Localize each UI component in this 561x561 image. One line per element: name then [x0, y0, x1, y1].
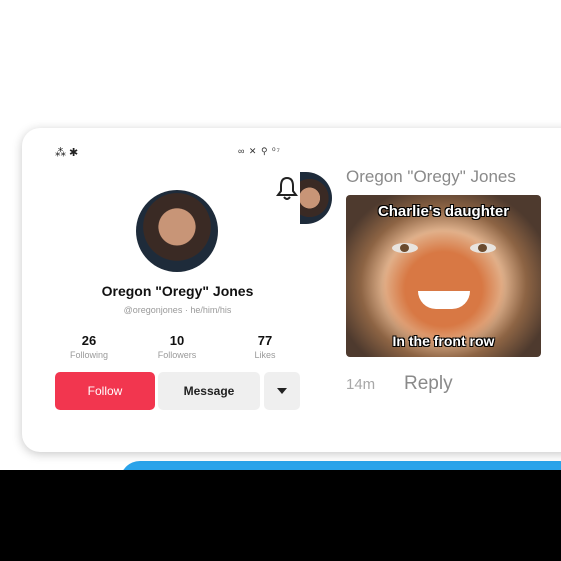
meme-bottom-caption: In the front row	[392, 333, 495, 349]
comment-author[interactable]: Oregon "Oregy" Jones	[346, 167, 516, 187]
meme-eye-right	[470, 243, 496, 253]
more-options-button[interactable]	[264, 372, 300, 410]
caret-down-icon	[277, 388, 287, 394]
profile-avatar[interactable]	[136, 190, 218, 272]
stat-following-value: 26	[81, 333, 97, 348]
stat-followers-label: Followers	[157, 350, 197, 360]
profile-name: Oregon "Oregy" Jones	[101, 283, 254, 299]
meme-eye-left	[392, 243, 418, 253]
stat-following[interactable]: 26 Following	[54, 333, 124, 360]
meme-top-caption: Charlie's daughter	[377, 203, 510, 220]
comment-timestamp: 14m	[346, 376, 376, 393]
stat-following-label: Following	[69, 350, 109, 360]
meme-image[interactable]: Charlie's daughter In the front row	[346, 195, 541, 357]
meme-smile	[418, 291, 470, 309]
message-button[interactable]: Message	[158, 372, 260, 410]
status-bar-left: ⁂ ✱	[55, 147, 79, 159]
bottom-black-band	[0, 470, 561, 561]
stat-likes-value: 77	[257, 333, 273, 348]
bell-icon[interactable]	[276, 176, 298, 202]
stat-followers[interactable]: 10 Followers	[142, 333, 212, 360]
status-bar-right: ∞ ✕ ⚲ ⁰⁷	[238, 146, 281, 156]
stat-likes-label: Likes	[254, 350, 276, 360]
top-white-band	[0, 0, 561, 123]
stat-likes[interactable]: 77 Likes	[230, 333, 300, 360]
follow-button[interactable]: Follow	[55, 372, 155, 410]
stat-followers-value: 10	[169, 333, 185, 348]
profile-handle: @oregonjones · he/him/his	[123, 305, 232, 315]
reply-button[interactable]: Reply	[404, 373, 453, 395]
